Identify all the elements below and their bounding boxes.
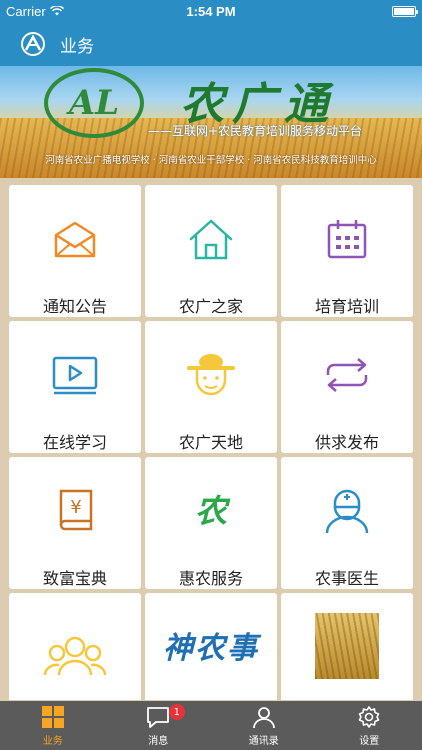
tile-label: 供求发布 (314, 433, 379, 452)
carrier-info: Carrier (6, 4, 64, 19)
banner-schools: 河南省农业广播电视学校 · 河南省农业干部学校 · 河南省农民科技教育培训中心 (45, 155, 377, 166)
farmer-face-icon (181, 347, 241, 403)
tile-photo[interactable] (281, 593, 413, 700)
tile-farmer-service[interactable]: 农 惠农服务 (145, 457, 277, 589)
brand-logo-icon: AL (44, 68, 144, 138)
tab-bar: 业务 1 消息 通讯录 设置 (0, 701, 422, 750)
tab-label: 设置 (359, 736, 380, 747)
tab-contacts[interactable]: 通讯录 (211, 701, 317, 750)
tab-label: 通讯录 (248, 736, 279, 747)
tile-online-learning[interactable]: 在线学习 (9, 321, 141, 453)
tab-messages[interactable]: 1 消息 (106, 701, 212, 750)
video-play-icon (45, 347, 105, 403)
tile-label: 农事医生 (314, 569, 379, 588)
tab-settings[interactable]: 设置 (317, 701, 422, 750)
tile-label: 农广之家 (178, 297, 243, 316)
battery-icon (392, 6, 418, 17)
shennong-calligraphy: 神农事 (163, 631, 259, 666)
tile-supply-demand[interactable]: 供求发布 (281, 321, 413, 453)
chat-icon (147, 707, 170, 728)
tile-home[interactable]: 农广之家 (145, 185, 277, 317)
grid-icon (41, 706, 64, 728)
calendar-icon (317, 211, 377, 267)
page-title: 业务 (60, 36, 94, 57)
tab-business[interactable]: 业务 (0, 701, 106, 750)
tile-shennong[interactable]: 神农事 (145, 593, 277, 700)
app-logo-icon (21, 32, 45, 56)
yuan-book-icon: ¥ (45, 483, 105, 539)
tile-farm-world[interactable]: 农广天地 (145, 321, 277, 453)
tile-notice[interactable]: 通知公告 (9, 185, 141, 317)
tile-training[interactable]: 培育培训 (281, 185, 413, 317)
nong-character-icon: 农 (181, 483, 241, 539)
carrier-label: Carrier (6, 3, 46, 19)
unread-badge: 1 (168, 704, 185, 720)
tile-label: 惠农服务 (178, 569, 243, 588)
house-icon (181, 211, 241, 267)
tile-label: 在线学习 (42, 433, 107, 452)
tab-label: 消息 (148, 736, 169, 747)
status-bar: Carrier 1:54 PM (0, 0, 422, 22)
tile-label: 培育培训 (314, 297, 379, 316)
wifi-icon (49, 6, 64, 16)
envelope-icon (45, 211, 105, 267)
gear-icon (358, 706, 380, 728)
group-users-icon (35, 615, 115, 695)
svg-text:¥: ¥ (70, 497, 81, 518)
tile-label: 农广天地 (178, 433, 243, 452)
banner-slogan: ——互联网+农民教育培训服务移动平台 (148, 124, 363, 138)
tile-label: 致富宝典 (42, 569, 107, 588)
exchange-arrows-icon (317, 347, 377, 403)
contact-icon (252, 707, 275, 729)
tile-label: 通知公告 (42, 297, 107, 316)
tile-group[interactable] (9, 593, 141, 700)
banner[interactable]: AL 农广通 ——互联网+农民教育培训服务移动平台 河南省农业广播电视学校 · … (0, 66, 422, 178)
svg-text:农: 农 (195, 492, 231, 530)
wheat-photo (315, 613, 379, 679)
nav-bar: 业务 (0, 22, 422, 66)
tile-wealth-guide[interactable]: ¥ 致富宝典 (9, 457, 141, 589)
doctor-icon (317, 483, 377, 539)
tab-label: 业务 (42, 736, 63, 747)
service-grid: 通知公告 农广之家 培育培训 在线学习 农广天地 供求发布 ¥ 致富宝典 农 惠… (9, 185, 413, 700)
tile-farm-doctor[interactable]: 农事医生 (281, 457, 413, 589)
